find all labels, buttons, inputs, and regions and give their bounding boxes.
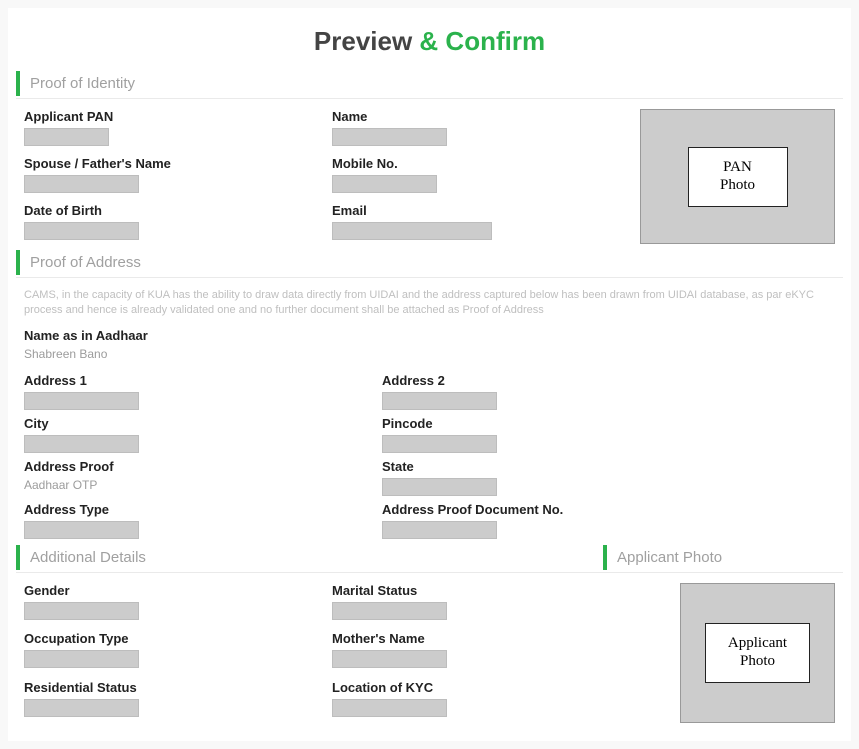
address-note: CAMS, in the capacity of KUA has the abi… xyxy=(16,288,843,318)
page-title-accent: & Confirm xyxy=(419,26,545,56)
page-title-prefix: Preview xyxy=(314,26,420,56)
label-address-type: Address Type xyxy=(24,502,374,517)
field-mobile: Mobile No. xyxy=(332,156,632,193)
value-dob xyxy=(24,222,139,240)
field-spouse: Spouse / Father's Name xyxy=(24,156,324,193)
value-docno xyxy=(382,521,497,539)
section-row-bottom: Additional Details Applicant Photo xyxy=(16,539,843,583)
field-name: Name xyxy=(332,109,632,146)
value-location-kyc xyxy=(332,699,447,717)
value-address2 xyxy=(382,392,497,410)
label-address-proof: Address Proof xyxy=(24,459,374,474)
field-aadhaar-name: Name as in Aadhaar Shabreen Bano xyxy=(24,328,732,361)
label-spouse: Spouse / Father's Name xyxy=(24,156,324,171)
label-city: City xyxy=(24,416,374,431)
divider xyxy=(16,572,603,573)
label-state: State xyxy=(382,459,732,474)
section-heading-applicant-photo: Applicant Photo xyxy=(603,545,843,570)
field-marital: Marital Status xyxy=(332,583,632,620)
label-occupation: Occupation Type xyxy=(24,631,324,646)
additional-grid: Gender Marital Status Applicant Photo Oc… xyxy=(16,583,843,723)
value-marital xyxy=(332,602,447,620)
value-mobile xyxy=(332,175,437,193)
label-applicant-pan: Applicant PAN xyxy=(24,109,324,124)
preview-confirm-page: Preview & Confirm Proof of Identity Appl… xyxy=(8,8,851,741)
field-address-proof: Address Proof Aadhaar OTP xyxy=(24,459,374,492)
value-applicant-pan xyxy=(24,128,109,146)
label-marital: Marital Status xyxy=(332,583,632,598)
field-email: Email xyxy=(332,203,632,240)
label-mother: Mother's Name xyxy=(332,631,632,646)
field-location-kyc: Location of KYC xyxy=(332,680,632,717)
value-city xyxy=(24,435,139,453)
field-docno: Address Proof Document No. xyxy=(382,502,732,539)
value-state xyxy=(382,478,497,496)
divider xyxy=(16,277,843,278)
value-occupation xyxy=(24,650,139,668)
pan-photo-box: PAN Photo xyxy=(640,109,835,244)
label-name: Name xyxy=(332,109,632,124)
divider xyxy=(16,98,843,99)
page-title: Preview & Confirm xyxy=(16,26,843,57)
value-residential xyxy=(24,699,139,717)
value-pincode xyxy=(382,435,497,453)
value-email xyxy=(332,222,492,240)
value-spouse xyxy=(24,175,139,193)
field-state: State xyxy=(382,459,732,496)
label-address1: Address 1 xyxy=(24,373,374,388)
field-city: City xyxy=(24,416,374,453)
label-aadhaar-name: Name as in Aadhaar xyxy=(24,328,732,343)
pan-photo-label: PAN Photo xyxy=(688,147,788,207)
address-grid: Name as in Aadhaar Shabreen Bano Address… xyxy=(16,328,843,539)
label-dob: Date of Birth xyxy=(24,203,324,218)
field-address-type: Address Type xyxy=(24,502,374,539)
field-pincode: Pincode xyxy=(382,416,732,453)
field-address2: Address 2 xyxy=(382,373,732,410)
field-dob: Date of Birth xyxy=(24,203,324,240)
field-mother: Mother's Name xyxy=(332,631,632,668)
label-address2: Address 2 xyxy=(382,373,732,388)
label-docno: Address Proof Document No. xyxy=(382,502,732,517)
label-location-kyc: Location of KYC xyxy=(332,680,632,695)
section-heading-identity: Proof of Identity xyxy=(16,71,843,96)
field-address1: Address 1 xyxy=(24,373,374,410)
divider xyxy=(603,572,843,573)
section-heading-additional: Additional Details xyxy=(16,545,603,570)
identity-grid: Applicant PAN Name PAN Photo Spouse / Fa… xyxy=(16,109,843,244)
field-applicant-pan: Applicant PAN xyxy=(24,109,324,146)
applicant-photo-box: Applicant Photo xyxy=(680,583,835,723)
value-address-type xyxy=(24,521,139,539)
field-gender: Gender xyxy=(24,583,324,620)
field-occupation: Occupation Type xyxy=(24,631,324,668)
value-address-proof: Aadhaar OTP xyxy=(24,478,374,492)
label-mobile: Mobile No. xyxy=(332,156,632,171)
value-gender xyxy=(24,602,139,620)
value-mother xyxy=(332,650,447,668)
label-email: Email xyxy=(332,203,632,218)
value-aadhaar-name: Shabreen Bano xyxy=(24,347,732,361)
value-address1 xyxy=(24,392,139,410)
section-heading-address: Proof of Address xyxy=(16,250,843,275)
label-gender: Gender xyxy=(24,583,324,598)
applicant-photo-label: Applicant Photo xyxy=(705,623,810,683)
label-pincode: Pincode xyxy=(382,416,732,431)
label-residential: Residential Status xyxy=(24,680,324,695)
field-residential: Residential Status xyxy=(24,680,324,717)
value-name xyxy=(332,128,447,146)
